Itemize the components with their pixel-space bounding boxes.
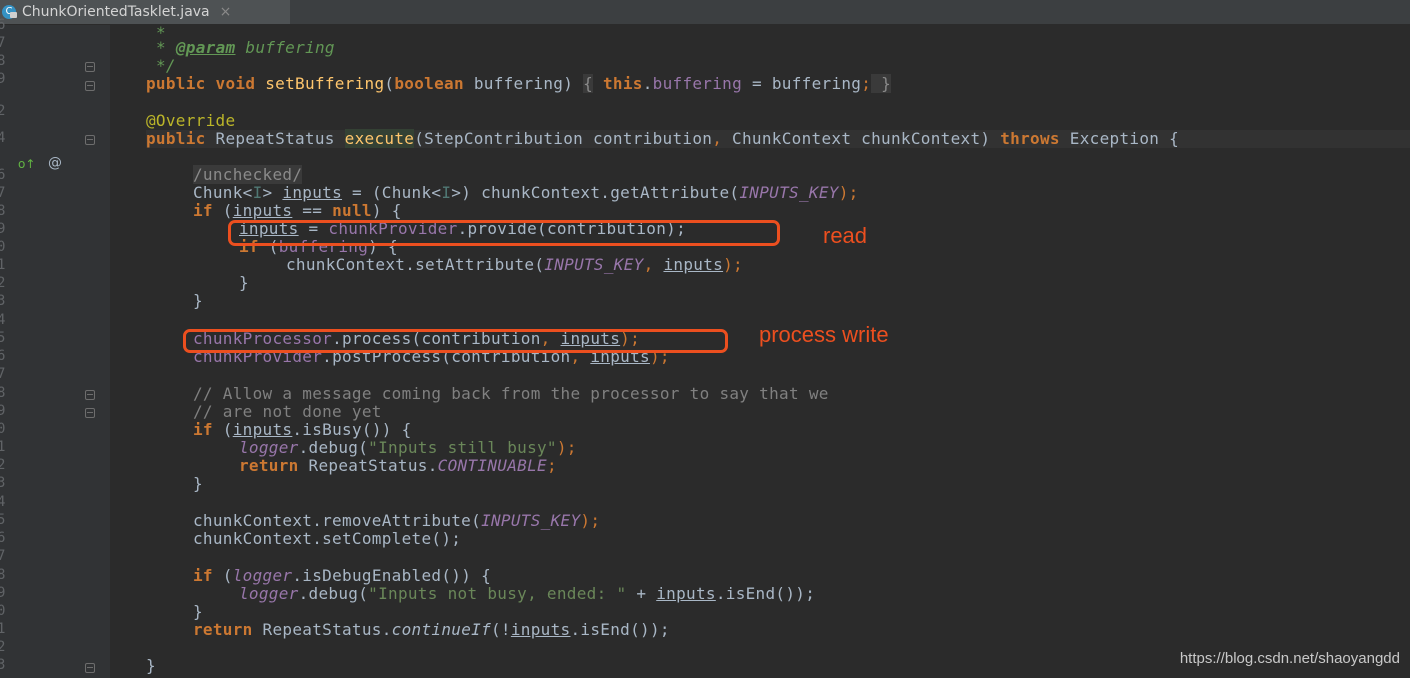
code-line: logger.debug("Inputs still busy"); [239,438,577,457]
editor-tab-bar: C ChunkOrientedTasklet.java × [0,0,1410,25]
process-write-highlight-box [183,329,728,353]
line-number: 0 [0,603,6,619]
line-number: 7 [0,185,6,201]
watermark: https://blog.csdn.net/shaoyangdd [1179,650,1400,667]
code-line: return RepeatStatus.CONTINUABLE; [239,456,557,475]
line-number: 3 [0,475,6,491]
file-tab[interactable]: C ChunkOrientedTasklet.java × [0,0,290,24]
line-number: 2 [0,457,6,473]
code-line-caret: public RepeatStatus execute(StepContribu… [146,129,1410,148]
read-annotation: read [823,223,868,248]
code-line: /unchecked/ [193,165,303,184]
line-number: 1 [0,439,6,455]
line-number: 8 [0,203,6,219]
code-line: return RepeatStatus.continueIf(!inputs.i… [193,620,670,639]
code-line: } [193,291,203,310]
fold-icon[interactable] [85,408,95,418]
line-number: 3 [0,657,6,673]
code-line: */ [156,57,176,75]
code-line: } [193,474,203,493]
code-line: Chunk<I> inputs = (Chunk<I>) chunkContex… [193,183,859,202]
code-line: if (inputs == null) { [193,201,402,220]
code-line: chunkContext.removeAttribute(INPUTS_KEY)… [193,511,601,530]
line-number: 8 [0,385,6,401]
read-highlight-box [228,220,780,246]
code-line: public void setBuffering(boolean bufferi… [146,74,892,93]
fold-icon[interactable] [85,135,95,145]
override-annotation: @Override [146,111,236,130]
code-line: } [239,273,249,292]
implements-method-icon[interactable]: o↑ [18,157,38,171]
line-number-gutter: 6 7 8 9 2 4 6 7 8 9 0 1 2 3 4 5 6 7 8 9 … [0,17,110,678]
fold-icon[interactable] [85,62,95,72]
line-number: 1 [0,621,6,637]
line-number: 9 [0,403,6,419]
method-name: setBuffering [265,74,385,93]
doc-param-name: buffering [235,38,335,57]
code-line: } [193,602,203,621]
line-number: 6 [0,530,6,546]
line-number: 9 [0,71,6,87]
line-number: 4 [0,130,6,146]
line-number: 3 [0,293,6,309]
line-number: 1 [0,257,6,273]
code-editor[interactable]: * * @param buffering */ public void setB… [110,25,1410,678]
override-method-icon[interactable]: @ [48,155,64,171]
line-number: 9 [0,221,6,237]
code-line: if (logger.isDebugEnabled()) { [193,566,492,585]
line-number: 6 [0,17,6,33]
fold-icon[interactable] [85,81,95,91]
line-number: 7 [0,548,6,564]
code-line: // are not done yet [193,402,382,421]
code-line: chunkContext.setComplete(); [193,529,462,548]
line-number: 0 [0,239,6,255]
line-number: 0 [0,421,6,437]
line-number: 2 [0,639,6,655]
line-number: 6 [0,348,6,364]
line-number: 2 [0,103,6,119]
suppress-comment: /unchecked/ [193,165,303,184]
code-line: } [146,656,156,675]
code-line: // Allow a message coming back from the … [193,384,829,403]
line-number: 8 [0,567,6,583]
close-icon[interactable]: × [220,4,232,20]
line-number: 2 [0,275,6,291]
code-line: logger.debug("Inputs not busy, ended: " … [239,584,816,603]
line-number: 6 [0,167,6,183]
code-line: chunkContext.setAttribute(INPUTS_KEY, in… [286,255,743,274]
line-number: 8 [0,53,6,69]
code-line: @Override [146,112,235,130]
tab-filename[interactable]: ChunkOrientedTasklet.java [22,4,210,20]
line-number: 5 [0,330,6,346]
line-number: 7 [0,366,6,382]
line-number: 7 [0,35,6,51]
process-write-annotation: process write [759,322,889,347]
fold-icon[interactable] [85,663,95,673]
code-line: * @param buffering [156,38,335,57]
line-number: 4 [0,312,6,328]
fold-icon[interactable] [85,390,95,400]
line-number: 9 [0,585,6,601]
doc-param-tag: @param [175,38,236,57]
method-name: execute [344,129,415,148]
line-number: 5 [0,512,6,528]
line-number: 4 [0,494,6,510]
code-line: if (inputs.isBusy()) { [193,420,412,439]
doc-comment-end: */ [156,56,176,75]
